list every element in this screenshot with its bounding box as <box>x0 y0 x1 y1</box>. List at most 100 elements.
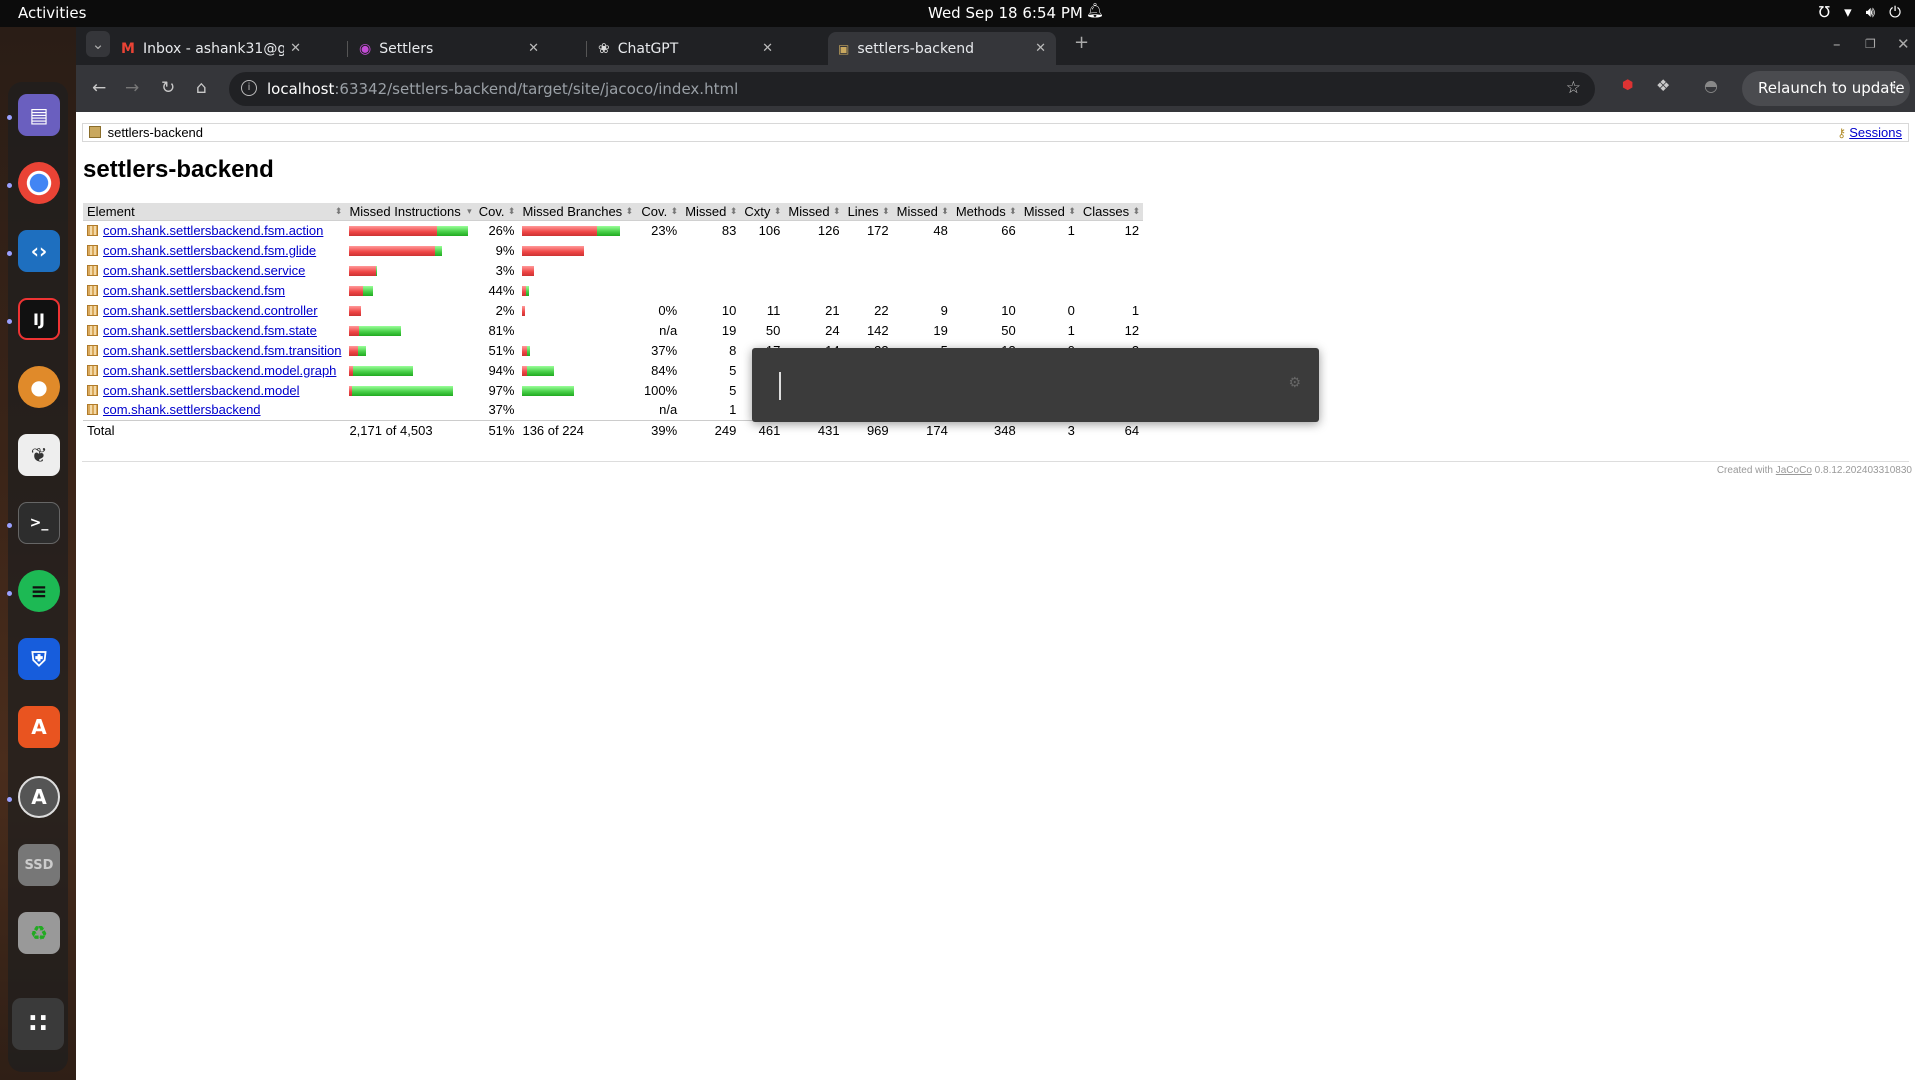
jacoco-link[interactable]: JaCoCo <box>1776 465 1812 476</box>
column-header[interactable]: Missed ⬍ <box>784 203 844 221</box>
extensions-puzzle-icon[interactable]: ❖ <box>1656 76 1670 95</box>
m-lines-value: 24 <box>825 322 840 338</box>
system-tray[interactable]: ℧ ▾ 🔊︎ ⏻ <box>1819 3 1901 21</box>
bitwarden-icon[interactable]: ⛨ <box>18 638 60 680</box>
column-header[interactable]: Lines ⬍ <box>843 203 893 221</box>
tab-search-icon[interactable]: ⌄ <box>86 31 110 57</box>
menu-kebab-icon[interactable]: ⋮ <box>1887 78 1902 96</box>
tab-settlers-backend[interactable]: ▣ settlers-backend ✕ <box>828 32 1056 65</box>
column-header[interactable]: Missed ⬍ <box>1019 203 1079 221</box>
relaunch-to-update-button[interactable]: Relaunch to update ⋮ <box>1742 71 1910 106</box>
activities-button[interactable]: Activities <box>18 4 86 22</box>
column-header[interactable]: Methods ⬍ <box>951 203 1020 221</box>
instructions-bar <box>345 340 474 360</box>
package-link[interactable]: com.shank.settlersbackend.service <box>103 263 305 278</box>
m-cxty-value: 5 <box>729 382 737 398</box>
bookmark-star-icon[interactable]: ☆ <box>1566 78 1581 98</box>
ublock-extension-icon[interactable]: ⬢ <box>1622 78 1633 93</box>
sessions-link[interactable]: Sessions <box>1849 125 1902 140</box>
column-header[interactable]: Classes ⬍ <box>1078 203 1144 221</box>
m-methods-value: 19 <box>933 322 948 338</box>
m-methods-value <box>893 240 952 260</box>
package-icon <box>87 244 98 256</box>
package-cell: com.shank.settlersbackend.model.graph <box>83 360 345 380</box>
url-text[interactable]: localhost:63342/settlers-backend/target/… <box>267 80 738 98</box>
profile-avatar-icon[interactable]: ◓ <box>1704 76 1718 95</box>
package-icon <box>87 404 98 416</box>
package-link[interactable]: com.shank.settlersbackend.fsm <box>103 283 285 298</box>
terminal-icon[interactable]: >_ <box>18 502 60 544</box>
tab-settlers[interactable]: ◉ Settlers ✕ <box>349 32 549 65</box>
instructions-bar <box>345 300 474 320</box>
close-tab-icon[interactable]: ✕ <box>1035 41 1046 56</box>
system-top-bar: Activities Wed Sep 18 6:54 PM 🔔︎ ℧ ▾ 🔊︎ … <box>0 0 1915 27</box>
vscode-icon[interactable]: ‹› <box>18 230 60 272</box>
dog-app-icon[interactable]: ● <box>18 366 60 408</box>
close-tab-icon[interactable]: ✕ <box>528 41 539 56</box>
package-link[interactable]: com.shank.settlersbackend.model.graph <box>103 363 336 378</box>
notification-bell-icon[interactable]: 🔔︎ <box>1086 3 1104 19</box>
total-instructions-coverage: 51% <box>474 419 519 440</box>
app-center-icon[interactable]: A <box>18 706 60 748</box>
column-header[interactable]: Cov. ⬍ <box>474 203 519 221</box>
back-icon[interactable]: ← <box>92 78 106 98</box>
maximize-icon[interactable]: ❐ <box>1865 37 1876 51</box>
intellij-icon[interactable]: IJ <box>18 298 60 340</box>
settlers-icon: ◉ <box>359 40 372 57</box>
trash-icon[interactable]: ♻ <box>18 912 60 954</box>
column-header[interactable]: Missed Branches ⬍ <box>518 203 637 221</box>
lines-value <box>844 260 893 280</box>
ssd-drive-icon[interactable]: SSD <box>18 844 60 886</box>
app-indicator-icon[interactable]: ℧ <box>1819 3 1830 21</box>
branches-coverage <box>636 260 681 280</box>
total-branches: 136 of 224 <box>518 419 637 440</box>
instructions-coverage: 3% <box>495 262 515 278</box>
forward-icon[interactable]: → <box>125 78 139 98</box>
chatgpt-icon: ❀ <box>598 40 610 57</box>
close-tab-icon[interactable]: ✕ <box>290 41 301 56</box>
branches-coverage: 84% <box>651 362 678 378</box>
reload-icon[interactable]: ↻ <box>161 78 175 98</box>
package-link[interactable]: com.shank.settlersbackend.controller <box>103 303 318 318</box>
column-header[interactable]: Cov. ⬍ <box>636 203 682 221</box>
column-header[interactable]: Cxty ⬍ <box>740 203 785 221</box>
chrome-icon[interactable] <box>18 162 60 204</box>
branches-bar <box>518 340 636 360</box>
close-tab-icon[interactable]: ✕ <box>762 41 773 56</box>
files-icon[interactable]: ▤ <box>18 94 60 136</box>
package-link[interactable]: com.shank.settlersbackend.fsm.transition <box>103 343 341 358</box>
power-icon[interactable]: ⏻ <box>1889 3 1901 21</box>
column-header[interactable]: Missed ⬍ <box>892 203 952 221</box>
column-header[interactable]: Missed ⬍ <box>681 203 741 221</box>
wifi-icon[interactable]: ▾ <box>1844 3 1852 21</box>
running-indicator <box>7 251 12 256</box>
column-header[interactable]: Element ⬍ <box>83 203 346 221</box>
package-link[interactable]: com.shank.settlersbackend.fsm.action <box>103 223 323 238</box>
bird-app-icon[interactable]: ❦ <box>18 434 60 476</box>
tab-chatgpt[interactable]: ❀ ChatGPT ✕ <box>588 32 783 65</box>
minimize-icon[interactable]: – <box>1833 35 1841 53</box>
package-link[interactable]: com.shank.settlersbackend <box>103 402 261 417</box>
home-icon[interactable]: ⌂ <box>196 78 207 98</box>
column-header[interactable]: Missed Instructions ▾ <box>345 203 475 221</box>
m-classes-value <box>1020 240 1079 260</box>
package-link[interactable]: com.shank.settlersbackend.fsm.glide <box>103 243 316 258</box>
tab-gmail[interactable]: M Inbox - ashank31@gmail.com ✕ <box>111 32 311 65</box>
site-info-icon[interactable]: i <box>241 80 257 96</box>
cxty-value: 50 <box>765 322 781 338</box>
clock[interactable]: Wed Sep 18 6:54 PM <box>928 4 1083 22</box>
input-overlay-popup[interactable]: ⚙ <box>752 348 1319 422</box>
table-row: com.shank.settlersbackend.fsm.state 81% n/… <box>83 320 1143 340</box>
address-bar[interactable]: i localhost:63342/settlers-backend/targe… <box>229 72 1595 106</box>
gear-icon[interactable]: ⚙ <box>1288 374 1301 391</box>
sessions-icon: ⚷ <box>1837 126 1846 140</box>
show-apps-icon[interactable]: ∷ <box>12 998 64 1050</box>
spotify-icon[interactable]: ≡ <box>18 570 60 612</box>
software-updater-icon[interactable]: A <box>18 776 60 818</box>
volume-icon[interactable]: 🔊︎ <box>1866 3 1875 21</box>
m-classes-value: 0 <box>1067 302 1075 318</box>
package-link[interactable]: com.shank.settlersbackend.fsm.state <box>103 323 317 338</box>
new-tab-icon[interactable]: + <box>1074 32 1089 53</box>
close-window-icon[interactable]: ✕ <box>1897 35 1910 53</box>
package-link[interactable]: com.shank.settlersbackend.model <box>103 383 300 398</box>
